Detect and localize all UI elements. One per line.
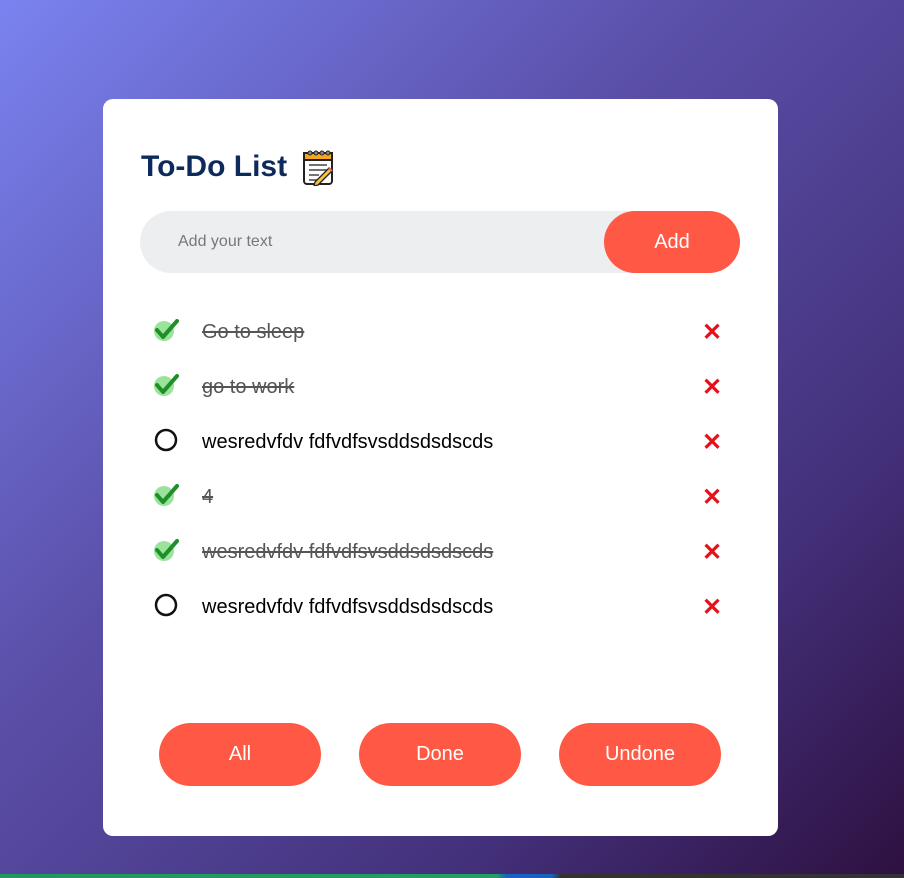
- task-item[interactable]: go to work ✕: [153, 359, 733, 414]
- circle-unchecked-icon[interactable]: [153, 592, 179, 618]
- add-button[interactable]: Add: [604, 211, 740, 273]
- task-text: 4: [202, 486, 214, 508]
- delete-icon[interactable]: ✕: [701, 321, 723, 345]
- todo-card: To-Do List Add Go to sleep: [103, 99, 778, 836]
- task-item[interactable]: wesredvfdv fdfvdfsvsddsdsdscds ✕: [153, 524, 733, 579]
- check-done-icon[interactable]: [153, 372, 179, 398]
- task-item[interactable]: Go to sleep ✕: [153, 304, 733, 359]
- header: To-Do List: [141, 147, 337, 187]
- task-text: go to work: [202, 376, 295, 398]
- filter-all-button[interactable]: All: [159, 723, 321, 786]
- task-text: Go to sleep: [202, 321, 305, 343]
- delete-icon[interactable]: ✕: [701, 486, 723, 510]
- check-done-icon[interactable]: [153, 482, 179, 508]
- filter-undone-button[interactable]: Undone: [559, 723, 721, 786]
- task-text: wesredvfdv fdfvdfsvsddsdsdscds: [202, 431, 494, 453]
- task-text: wesredvfdv fdfvdfsvsddsdsdscds: [202, 541, 494, 563]
- circle-unchecked-icon[interactable]: [153, 427, 179, 453]
- task-item[interactable]: wesredvfdv fdfvdfsvsddsdsdscds ✕: [153, 414, 733, 469]
- task-item[interactable]: wesredvfdv fdfvdfsvsddsdsdscds ✕: [153, 579, 733, 634]
- task-text: wesredvfdv fdfvdfsvsddsdsdscds: [202, 596, 494, 618]
- delete-icon[interactable]: ✕: [701, 376, 723, 400]
- delete-icon[interactable]: ✕: [701, 541, 723, 565]
- add-task-row: Add: [140, 211, 740, 273]
- check-done-icon[interactable]: [153, 537, 179, 563]
- os-taskbar-edge: [0, 874, 904, 878]
- task-input[interactable]: [178, 211, 598, 273]
- delete-icon[interactable]: ✕: [701, 431, 723, 455]
- delete-icon[interactable]: ✕: [701, 596, 723, 620]
- task-list: Go to sleep ✕ go to work ✕ wesredvfdv fd…: [153, 304, 733, 634]
- task-item[interactable]: 4 ✕: [153, 469, 733, 524]
- filter-bar: All Done Undone: [159, 723, 721, 786]
- app-title: To-Do List: [141, 150, 288, 183]
- notepad-icon: [287, 148, 337, 186]
- check-done-icon[interactable]: [153, 317, 179, 343]
- filter-done-button[interactable]: Done: [359, 723, 521, 786]
